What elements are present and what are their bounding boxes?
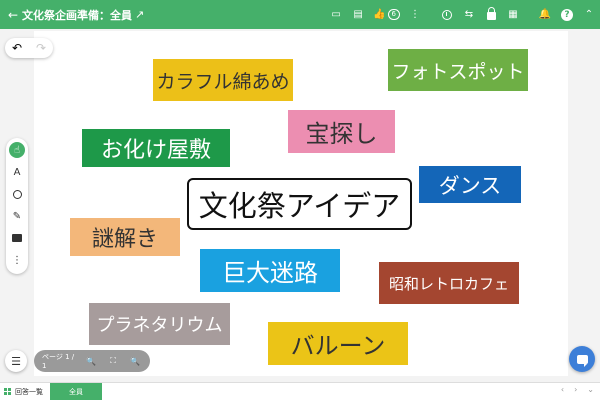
next-icon[interactable]: › (574, 385, 577, 394)
bottom-tab-bar: 回答一覧 全員 ‹ › ⌄ (0, 382, 600, 400)
sticky-note[interactable]: ダンス (419, 166, 521, 203)
zoom-in-icon[interactable]: 🔍 (124, 357, 146, 366)
bell-icon[interactable]: 🔔 (538, 8, 552, 22)
footer-nav: ‹ › ⌄ (561, 385, 594, 394)
like-button[interactable]: 👍 6 (373, 8, 400, 22)
more-menu-icon[interactable]: ⋮ (408, 8, 422, 22)
header-actions: ▭ ▤ 👍 6 ⋮ ⇆ ▦ 🔔 ? ⌃ (325, 0, 600, 29)
sticky-note[interactable]: プラネタリウム (89, 303, 230, 345)
prev-icon[interactable]: ‹ (561, 385, 564, 394)
grid-icon (4, 388, 11, 395)
zoom-out-icon[interactable]: 🔍 (80, 357, 102, 366)
select-hand-icon[interactable]: ☝ (9, 142, 25, 158)
sticky-note[interactable]: お化け屋敷 (82, 129, 230, 167)
fit-screen-icon[interactable]: ⛶ (102, 356, 124, 366)
sticky-note[interactable]: カラフル綿あめ (153, 59, 293, 101)
page-title: 文化祭企画準備：全員 (22, 8, 132, 22)
help-icon[interactable]: ? (560, 8, 574, 22)
sticky-note[interactable]: 昭和レトロカフェ (379, 262, 519, 304)
share-arrow-icon[interactable]: ↗ (135, 8, 144, 21)
collapse-icon[interactable]: ⌃ (582, 8, 596, 22)
pen-icon[interactable]: ✎ (9, 208, 25, 224)
redo-icon[interactable]: ↷ (36, 41, 46, 55)
text-tool-icon[interactable]: A (9, 164, 25, 180)
sticky-note-main-idea[interactable]: 文化祭アイデア (187, 178, 412, 230)
timer-icon[interactable] (440, 8, 454, 22)
sticky-note[interactable]: バルーン (268, 322, 408, 365)
page-indicator: ページ 1 / 1 (42, 353, 75, 370)
drawing-toolbar: ☝ A ✎ ⋮ (6, 138, 28, 274)
more-tools-icon[interactable]: ⋮ (9, 252, 25, 268)
comment-icon[interactable]: ▤ (351, 8, 365, 22)
chat-bubble-icon (576, 354, 588, 367)
back-arrow-icon[interactable]: ← (4, 8, 22, 22)
lock-icon[interactable] (484, 7, 498, 22)
image-icon[interactable] (9, 230, 25, 246)
sticky-note[interactable]: 宝探し (288, 110, 395, 153)
expand-icon[interactable]: ⌄ (587, 385, 594, 394)
sticky-note[interactable]: フォトスポット (388, 49, 528, 91)
tab-answer-list-label: 回答一覧 (15, 387, 43, 396)
undo-redo-group: ↶ ↷ (5, 38, 53, 58)
tab-answer-list[interactable]: 回答一覧 (0, 383, 50, 400)
thumbs-up-icon: 👍 (373, 9, 386, 20)
sticky-note[interactable]: 謎解き (70, 218, 180, 256)
sticky-note[interactable]: 巨大迷路 (200, 249, 340, 292)
like-count: 6 (387, 9, 400, 20)
shape-circle-icon[interactable] (9, 186, 25, 202)
podium-icon[interactable]: ▦ (506, 8, 520, 22)
swap-icon[interactable]: ⇆ (462, 8, 476, 22)
list-icon[interactable]: ☰ (5, 350, 27, 372)
page-zoom-controls: ページ 1 / 1 🔍 ⛶ 🔍 (34, 350, 150, 372)
present-icon[interactable]: ▭ (329, 8, 343, 22)
app-header: ← 文化祭企画準備：全員 ↗ ▭ ▤ 👍 6 ⋮ ⇆ ▦ 🔔 ? ⌃ (0, 0, 600, 29)
chat-button[interactable] (569, 346, 595, 372)
tab-all[interactable]: 全員 (50, 382, 102, 400)
undo-icon[interactable]: ↶ (12, 41, 22, 55)
